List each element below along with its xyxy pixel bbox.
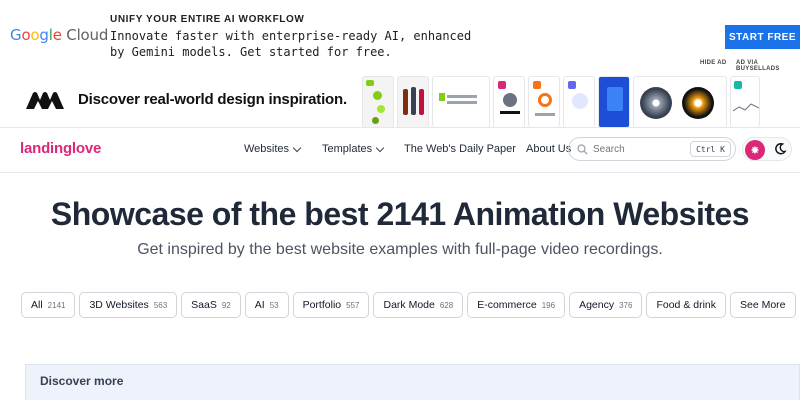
thumbnail	[598, 76, 630, 128]
see-more-button[interactable]: See More	[730, 292, 796, 318]
chip-label: 3D Websites	[89, 299, 149, 311]
google-cloud-logo: Google Cloud	[10, 26, 109, 44]
page-subtitle: Get inspired by the best website example…	[137, 241, 663, 258]
search-input[interactable]	[593, 143, 689, 155]
thumbnail	[432, 76, 490, 128]
hide-ad-link[interactable]: HIDE AD	[700, 60, 727, 66]
chip-label: Food & drink	[656, 299, 716, 311]
design-inspiration-ad[interactable]: Discover real-world design inspiration.	[0, 72, 800, 128]
mobbin-logo-icon	[26, 92, 64, 109]
start-free-button[interactable]: START FREE	[725, 25, 800, 49]
chip-label: SaaS	[191, 299, 217, 311]
thumbnail	[563, 76, 595, 128]
chevron-down-icon	[292, 143, 302, 152]
thumbnail	[397, 76, 429, 128]
chip-count: 92	[221, 300, 231, 310]
search-shortcut: Ctrl K	[690, 141, 731, 157]
chip-label: All	[31, 299, 43, 311]
nav-websites-label: Websites	[244, 143, 290, 155]
thumbnail	[493, 76, 525, 128]
moon-icon[interactable]	[773, 142, 787, 156]
nav-daily-paper-label: The Web's Daily Paper	[404, 143, 516, 155]
search-box[interactable]: Ctrl K	[568, 137, 736, 161]
chip-label: AI	[254, 299, 265, 311]
chip-label: Portfolio	[302, 299, 342, 311]
discover-more-label: Discover more	[40, 374, 124, 388]
chip-count: 628	[439, 300, 454, 310]
filter-chip-portfolio[interactable]: Portfolio 557	[292, 292, 370, 318]
site-navbar: landinglove Websites Templates The Web's…	[0, 128, 800, 172]
thumbnail	[633, 76, 727, 128]
screenshot-thumbnails	[362, 76, 800, 128]
ad-via-buysellads-link[interactable]: AD VIA BUYSELLADS	[736, 60, 800, 72]
nav-about-us-label: About Us	[526, 143, 572, 155]
thumbnail	[730, 76, 760, 128]
chevron-down-icon	[375, 143, 385, 152]
thumbnail	[528, 76, 560, 128]
chip-count: 2141	[47, 300, 66, 310]
filter-chip-e-commerce[interactable]: E-commerce 196	[467, 292, 566, 318]
ad-text: Discover real-world design inspiration.	[78, 91, 347, 108]
filter-chip-ai[interactable]: AI 53	[244, 292, 289, 318]
filter-chip-dark-mode[interactable]: Dark Mode 628	[373, 292, 464, 318]
nav-divider	[0, 172, 800, 173]
thumbnail	[362, 76, 394, 128]
ad-headline: UNIFY YOUR ENTIRE AI WORKFLOW	[110, 14, 305, 25]
landinglove-logo[interactable]: landinglove	[20, 140, 101, 157]
filter-chip-3d-websites[interactable]: 3D Websites 563	[79, 292, 178, 318]
category-filters: All 2141 3D Websites 563 SaaS 92 AI 53 Portf…	[21, 292, 796, 318]
filter-chip-agency[interactable]: Agency 376	[569, 292, 643, 318]
nav-websites[interactable]: Websites	[244, 143, 302, 155]
theme-toggle[interactable]: ✸	[742, 137, 792, 161]
chip-label: Dark Mode	[383, 299, 435, 311]
filter-chip-food-drink[interactable]: Food & drink	[646, 292, 726, 318]
filter-chip-all[interactable]: All 2141	[21, 292, 76, 318]
page-title: Showcase of the best 2141 Animation Webs…	[50, 196, 750, 232]
nav-templates[interactable]: Templates	[322, 143, 385, 155]
nav-templates-label: Templates	[322, 143, 373, 155]
chip-label: E-commerce	[477, 299, 537, 311]
nav-daily-paper[interactable]: The Web's Daily Paper	[404, 143, 516, 155]
chip-count: 557	[346, 300, 360, 310]
google-cloud-ad[interactable]: Google Cloud UNIFY YOUR ENTIRE AI WORKFL…	[0, 0, 800, 72]
sun-icon[interactable]: ✸	[745, 140, 765, 160]
chip-count: 53	[269, 300, 279, 310]
discover-more-section[interactable]: Discover more	[25, 364, 800, 400]
nav-about-us[interactable]: About Us	[526, 143, 571, 155]
chip-label: See More	[740, 299, 786, 311]
ad-body: Innovate faster with enterprise-ready AI…	[110, 29, 472, 59]
chip-count: 376	[619, 300, 633, 310]
chip-label: Agency	[579, 299, 615, 311]
search-icon	[577, 143, 588, 154]
chip-count: 196	[541, 300, 556, 310]
chip-count: 563	[153, 300, 168, 310]
filter-chip-saas[interactable]: SaaS 92	[181, 292, 241, 318]
